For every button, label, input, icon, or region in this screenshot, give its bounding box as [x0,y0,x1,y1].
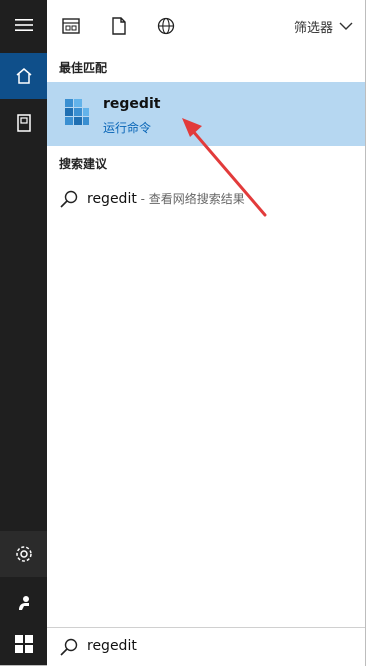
search-box [47,627,365,666]
apps-filter-button[interactable] [60,15,82,37]
settings-icon [15,546,32,562]
suggestion-term: regedit [87,191,137,207]
app-name: regedit [103,96,161,112]
windows-start-icon [14,634,33,653]
home-button[interactable] [0,53,47,99]
apps-filter-icon [62,18,80,34]
feedback-button[interactable] [0,580,47,626]
document-icon [16,114,31,132]
best-match-heading: 最佳匹配 [59,61,108,75]
feedback-icon [18,596,29,610]
hamburger-menu-icon [14,19,33,31]
suggestions-heading: 搜索建议 [59,157,108,171]
suggestion-description: - 查看网络搜索结果 [136,192,245,206]
suggestion-text: regedit - 查看网络搜索结果 [87,190,245,207]
documents-filter-button[interactable] [108,15,130,37]
regedit-app-icon [65,99,89,125]
search-icon [60,638,78,656]
search-results-panel: 筛选器 最佳匹配 regedit 运行命令 搜索建议 regedit - 查看网… [47,0,365,627]
documents-button[interactable] [0,100,47,146]
web-filter-button[interactable] [155,15,177,37]
settings-button[interactable] [0,531,47,577]
documents-filter-icon [112,17,126,35]
chevron-down-icon [339,22,353,30]
filter-toolbar: 筛选器 [47,0,365,52]
web-filter-icon [157,17,175,35]
home-icon [16,68,31,84]
start-button[interactable] [0,622,47,665]
best-match-item[interactable]: regedit 运行命令 [47,82,365,146]
filter-dropdown[interactable]: 筛选器 [294,15,353,37]
hamburger-menu-button[interactable] [0,2,47,48]
suggestion-item[interactable]: regedit - 查看网络搜索结果 [47,182,365,216]
left-rail [0,0,47,665]
search-icon [60,190,78,208]
search-input[interactable] [87,634,347,658]
app-subtitle: 运行命令 [103,121,152,135]
filter-label: 筛选器 [293,20,333,36]
start-search-panel: 筛选器 最佳匹配 regedit 运行命令 搜索建议 regedit - 查看网… [0,0,366,666]
